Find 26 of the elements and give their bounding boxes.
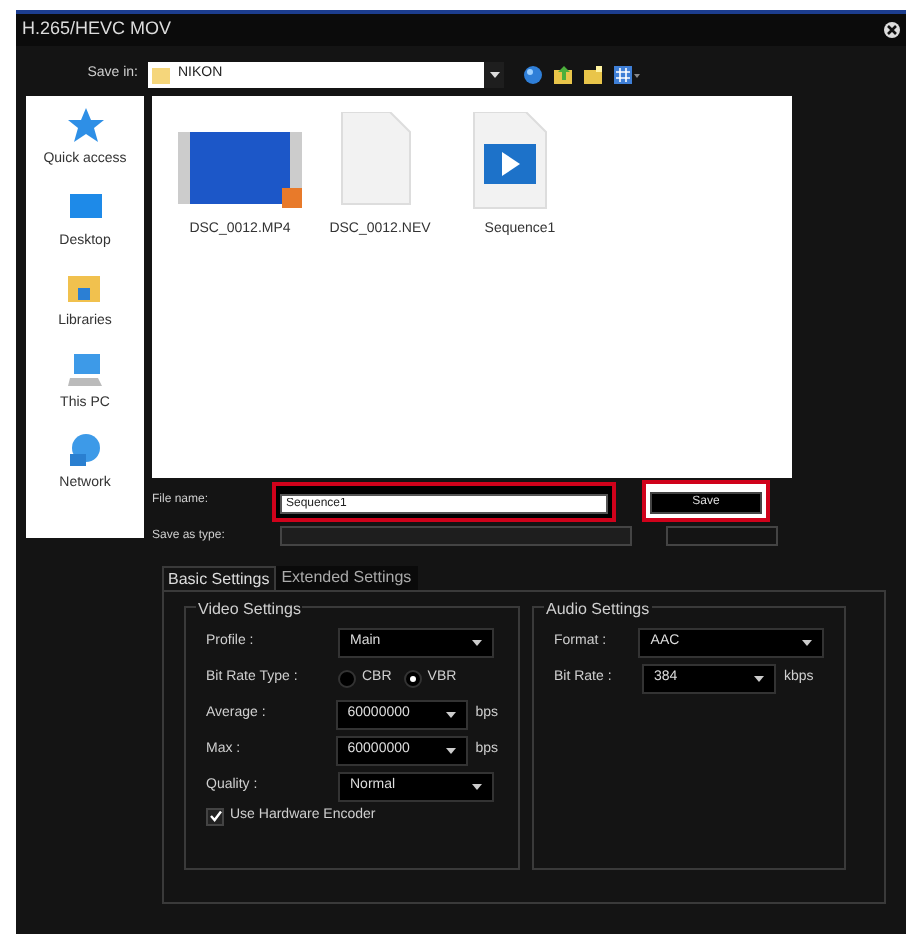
star-icon: [67, 108, 103, 144]
settings-tab[interactable]: Extended Settings: [275, 566, 418, 590]
group-title: Video Settings: [196, 598, 303, 622]
checkbox[interactable]: [206, 807, 224, 825]
settings-tab[interactable]: Basic Settings: [162, 566, 276, 590]
caret-icon: [445, 748, 456, 754]
caret-icon: [445, 712, 456, 718]
caret-icon: [472, 640, 482, 646]
caret-icon: [472, 784, 482, 790]
close-button[interactable]: [884, 22, 900, 38]
new-folder-icon[interactable]: [584, 65, 602, 83]
group-title: Audio Settings: [544, 598, 652, 622]
computer-icon: [67, 351, 103, 387]
folder-icon: [152, 65, 170, 83]
globe-icon[interactable]: [524, 65, 542, 83]
radio-button[interactable]: [338, 670, 356, 688]
caret-icon: [802, 640, 812, 646]
caret-icon: [754, 676, 764, 682]
caret-icon: [489, 71, 499, 77]
view-menu-icon[interactable]: [614, 65, 640, 83]
close-icon: [886, 24, 898, 36]
window-title: H.265/HEVC MOV: [22, 16, 172, 43]
folder-icon: [66, 270, 103, 306]
network-icon: [67, 432, 103, 468]
radio-button[interactable]: [403, 670, 422, 688]
folder-up-icon[interactable]: [554, 65, 572, 83]
